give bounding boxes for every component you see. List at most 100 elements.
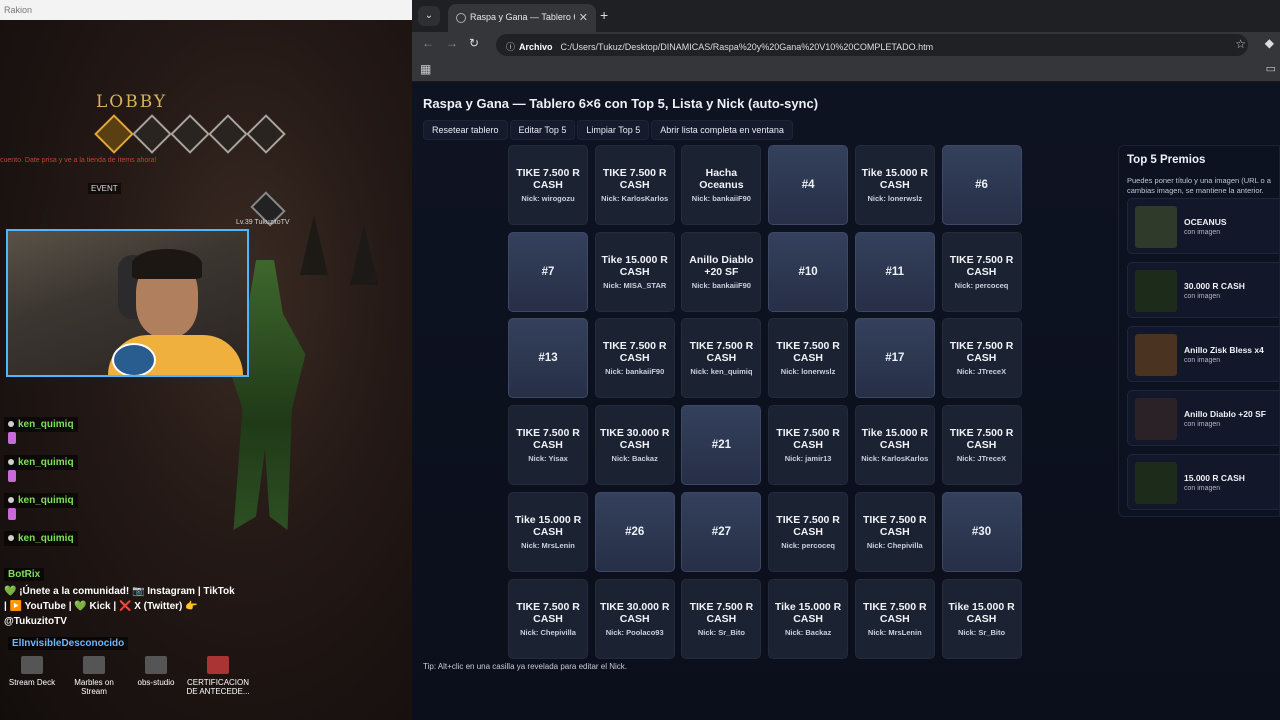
board-cell-revealed[interactable]: TIKE 7.500 R CASH Nick: jamir13 [768, 405, 849, 486]
board-cell-revealed[interactable]: TIKE 7.500 R CASH Nick: MrsLenin [854, 578, 935, 659]
folder-icon[interactable]: ▭ [1266, 62, 1276, 75]
board-cell-revealed[interactable]: Hacha Oceanus Nick: bankaiiF90 [681, 145, 762, 225]
cell-prize: TIKE 7.500 R CASH [862, 513, 927, 538]
board-cell-revealed[interactable]: Tike 15.000 R CASH Nick: MrsLenin [508, 491, 588, 572]
info-icon[interactable]: ⓘ [506, 42, 515, 52]
board-cell-revealed[interactable]: Tike 15.000 R CASH Nick: KarlosKarlos [854, 405, 935, 486]
user-badge-icon [8, 421, 14, 427]
desktop-icon-stream-deck[interactable]: Stream Deck [0, 654, 64, 687]
address-bar[interactable]: ⓘ Archivo C:/Users/Tukuz/Desktop/DINAMICAS… [496, 34, 1248, 56]
game-window: Rakion LOBBY cuento. Date prisa y ve a l… [0, 0, 412, 720]
reset-board-button[interactable]: Resetear tablero [423, 120, 508, 140]
board-cell-revealed[interactable]: TIKE 7.500 R CASH Nick: percoceq [941, 231, 1022, 312]
board-cell-hidden[interactable]: #27 [681, 491, 762, 572]
lobby-mode-icon[interactable] [94, 114, 134, 154]
top5-title: Top 5 Premios [1127, 154, 1206, 166]
lobby-notice: cuento. Date prisa y ve a la tienda de í… [0, 157, 157, 164]
lobby-mode-icon[interactable] [132, 114, 172, 154]
tab-search-button[interactable]: ⌄ [418, 6, 440, 26]
clear-top5-button[interactable]: Limpiar Top 5 [577, 120, 650, 140]
board-cell-revealed[interactable]: TIKE 30.000 R CASH Nick: Backaz [594, 405, 675, 486]
board-cell-revealed[interactable]: Tike 15.000 R CASH Nick: Sr_Bito [941, 578, 1022, 659]
reload-icon[interactable]: ↻ [469, 36, 479, 50]
prize-subtitle: con imagen [1184, 357, 1221, 364]
desktop-icon-pdf[interactable]: CERTIFICACION DE ANTECEDE... [186, 654, 250, 696]
edit-top5-button[interactable]: Editar Top 5 [509, 120, 576, 140]
board-cell-revealed[interactable]: Tike 15.000 R CASH Nick: MISA_STAR [594, 231, 675, 312]
board-cell-revealed[interactable]: TIKE 7.500 R CASH Nick: Chepivilla [508, 578, 588, 659]
tab-active[interactable]: Raspa y Gana — Tablero 6x6 ✕ [448, 4, 596, 32]
cell-nick: Nick: ken_quimiq [690, 367, 753, 377]
chat-username: ken_quimiq [4, 417, 78, 432]
top5-item[interactable]: Anillo Zisk Bless x4 con imagen [1127, 326, 1279, 382]
new-tab-button[interactable]: + [600, 7, 608, 23]
extension-icon[interactable]: ◆ [1265, 36, 1274, 50]
background-tree [350, 225, 378, 285]
event-label[interactable]: EVENT [88, 183, 121, 194]
board-cell-revealed[interactable]: Tike 15.000 R CASH Nick: lonerwslz [854, 145, 935, 225]
board-cell-revealed[interactable]: TIKE 7.500 R CASH Nick: wirogozu [508, 145, 588, 225]
lobby-mode-icon[interactable] [208, 114, 248, 154]
prize-subtitle: con imagen [1184, 485, 1221, 492]
chat-message: ken_quimiq [4, 490, 240, 528]
stream-deck-icon [21, 656, 43, 674]
open-full-list-button[interactable]: Abrir lista completa en ventana [651, 120, 793, 140]
cell-prize: Tike 15.000 R CASH [514, 513, 582, 538]
board-cell-revealed[interactable]: TIKE 7.500 R CASH Nick: JTreceX [941, 318, 1022, 399]
apps-grid-icon[interactable]: ▦ [420, 62, 431, 76]
prize-name: 30.000 R CASH [1184, 281, 1245, 291]
board-cell-hidden[interactable]: #11 [854, 231, 935, 312]
desktop-icon-obs[interactable]: obs-studio [124, 654, 188, 687]
chat-username: ken_quimiq [4, 455, 78, 470]
board-cell-hidden[interactable]: #7 [508, 231, 588, 312]
board-cell-revealed[interactable]: TIKE 7.500 R CASH Nick: Yisax [508, 405, 588, 486]
forward-icon[interactable]: → [446, 36, 458, 50]
board-cell-hidden[interactable]: #10 [768, 231, 849, 312]
page-title: Raspa y Gana — Tablero 6×6 con Top 5, Li… [423, 96, 819, 111]
lobby-mode-icon[interactable] [170, 114, 210, 154]
board-cell-revealed[interactable]: TIKE 7.500 R CASH Nick: KarlosKarlos [594, 145, 675, 225]
board-cell-revealed[interactable]: Tike 15.000 R CASH Nick: Backaz [768, 578, 849, 659]
cell-nick: Nick: Backaz [784, 627, 832, 637]
board-cell-revealed[interactable]: TIKE 7.500 R CASH Nick: ken_quimiq [681, 318, 762, 399]
board-cell-hidden[interactable]: #26 [594, 491, 675, 572]
board-cell-hidden[interactable]: #4 [768, 145, 849, 225]
marbles-icon [83, 656, 105, 674]
desktop-icon-marbles[interactable]: Marbles on Stream [62, 654, 126, 696]
top5-item[interactable]: 30.000 R CASH con imagen [1127, 262, 1279, 318]
close-icon[interactable]: ✕ [574, 11, 588, 24]
board-cell-revealed[interactable]: TIKE 7.500 R CASH Nick: JTreceX [941, 405, 1022, 486]
url-text: C:/Users/Tukuz/Desktop/DINAMICAS/Raspa%2… [560, 42, 934, 52]
board-cell-revealed[interactable]: TIKE 7.500 R CASH Nick: percoceq [768, 491, 849, 572]
board-cell-hidden[interactable]: #6 [941, 145, 1022, 225]
board-cell-revealed[interactable]: TIKE 30.000 R CASH Nick: Poolaco93 [594, 578, 675, 659]
top5-item[interactable]: 15.000 R CASH con imagen [1127, 454, 1279, 510]
back-icon[interactable]: ← [422, 36, 434, 50]
board-cell-revealed[interactable]: TIKE 7.500 R CASH Nick: bankaiiF90 [594, 318, 675, 399]
board-cell-revealed[interactable]: TIKE 7.500 R CASH Nick: lonerwslz [768, 318, 849, 399]
board-cell-hidden[interactable]: #21 [681, 405, 762, 486]
cell-nick: Nick: MrsLenin [867, 627, 922, 637]
board-cell-hidden[interactable]: #13 [508, 318, 588, 399]
cell-prize: Hacha Oceanus [699, 167, 744, 191]
board-cell-revealed[interactable]: TIKE 7.500 R CASH Nick: Chepivilla [854, 491, 935, 572]
cell-prize: Tike 15.000 R CASH [601, 253, 668, 278]
top5-item[interactable]: OCEANUS con imagen [1127, 198, 1279, 254]
top5-description: Puedes poner título y una imagen (URL o … [1127, 176, 1271, 195]
board-cell-hidden[interactable]: #30 [941, 491, 1022, 572]
lobby-mode-icon[interactable] [246, 114, 286, 154]
prize-subtitle: con imagen [1184, 229, 1221, 236]
bookmark-star-icon[interactable]: ☆ [1235, 37, 1246, 51]
top5-item[interactable]: Anillo Diablo +20 SF con imagen [1127, 390, 1279, 446]
board-cell-hidden[interactable]: #17 [854, 318, 935, 399]
board-cell-revealed[interactable]: TIKE 7.500 R CASH Nick: Sr_Bito [681, 578, 762, 659]
cell-nick: Nick: wirogozu [521, 194, 575, 203]
emote-icon [8, 432, 16, 444]
cell-nick: Nick: Chepivilla [520, 627, 576, 637]
board-cell-revealed[interactable]: Anillo Diablo +20 SF Nick: bankaiiF90 [681, 231, 762, 312]
prize-image [1135, 398, 1177, 440]
cell-prize: TIKE 7.500 R CASH [949, 340, 1014, 365]
prize-subtitle: con imagen [1184, 421, 1221, 428]
cell-nick: Nick: percoceq [781, 540, 835, 550]
cell-number: #26 [625, 525, 645, 538]
